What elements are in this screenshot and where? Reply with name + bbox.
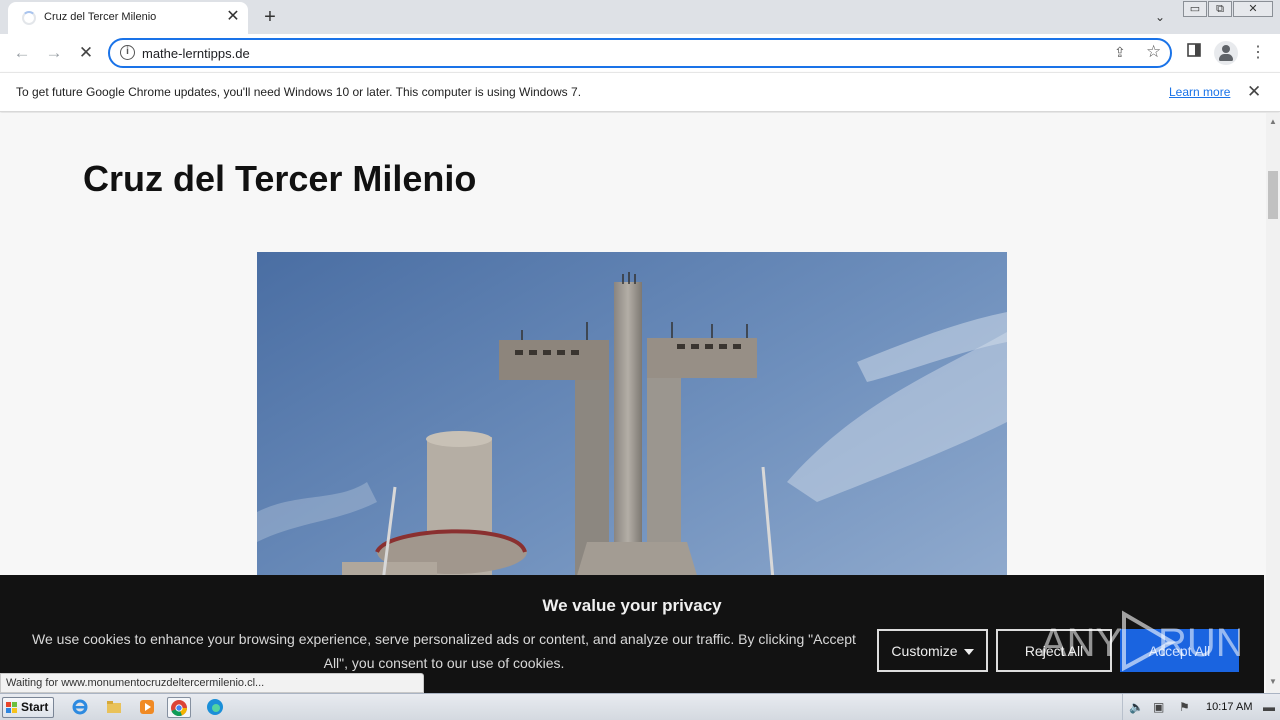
back-arrow-icon[interactable]: ← xyxy=(11,42,33,64)
learn-more-link[interactable]: Learn more xyxy=(1169,85,1230,99)
tab-cruz-del-tercer-milenio[interactable]: Cruz del Tercer Milenio ✕ xyxy=(8,2,248,34)
accept-all-button[interactable]: Accept All xyxy=(1120,629,1239,672)
site-info-icon[interactable]: i xyxy=(120,45,135,60)
volume-icon[interactable]: 🔈 xyxy=(1129,700,1144,714)
infobar-close-icon[interactable]: ✕ xyxy=(1247,82,1261,102)
internet-explorer-icon[interactable] xyxy=(68,697,92,718)
customize-button[interactable]: Customize xyxy=(877,629,988,672)
infobar-message: To get future Google Chrome updates, you… xyxy=(16,85,582,99)
scroll-up-arrow-icon[interactable]: ▲ xyxy=(1269,117,1277,126)
page-title: Cruz del Tercer Milenio xyxy=(83,158,477,199)
address-bar[interactable]: i mathe-lerntipps.de ⇪ ☆ xyxy=(108,38,1172,68)
screen: Cruz del Tercer Milenio ✕ + ⌄ ▭ ⧉ ✕ ← → … xyxy=(0,0,1280,720)
caret-down-icon xyxy=(963,649,974,656)
new-tab-button[interactable]: + xyxy=(259,6,281,28)
page-scrollbar[interactable]: ▲ ▼ xyxy=(1266,113,1280,693)
customize-label: Customize xyxy=(891,643,958,659)
tab-close-icon[interactable]: ✕ xyxy=(224,8,242,26)
cookie-description: We use cookies to enhance your browsing … xyxy=(32,631,856,671)
forward-arrow-icon[interactable]: → xyxy=(43,42,65,64)
loading-status-bubble: Waiting for www.monumentocruzdeltercermi… xyxy=(0,673,424,693)
tab-title: Cruz del Tercer Milenio xyxy=(44,11,157,23)
minimize-button[interactable]: ▭ xyxy=(1183,1,1207,17)
address-url[interactable]: mathe-lerntipps.de xyxy=(142,46,250,61)
restore-button[interactable]: ⧉ xyxy=(1208,1,1232,17)
file-explorer-icon[interactable] xyxy=(102,697,126,718)
windows-taskbar: Start 🔈 ▣ ⚑ ▬ 10:17 AM xyxy=(0,693,1280,720)
chrome-taskbar-icon[interactable] xyxy=(167,697,191,718)
cookie-title: We value your privacy xyxy=(542,596,722,615)
stop-loading-icon[interactable]: ✕ xyxy=(75,42,97,64)
start-label: Start xyxy=(21,700,49,714)
start-button[interactable]: Start xyxy=(2,697,54,718)
menu-kebab-icon[interactable]: ⋮ xyxy=(1247,42,1269,64)
loading-spinner-icon xyxy=(22,11,36,25)
tab-search-chevron-icon[interactable]: ⌄ xyxy=(1150,8,1170,26)
browser-toolbar: ← → ✕ i mathe-lerntipps.de ⇪ ☆ ⋮ xyxy=(0,34,1280,72)
tab-strip: Cruz del Tercer Milenio ✕ + ⌄ ▭ ⧉ ✕ xyxy=(0,0,1280,34)
scrollbar-thumb[interactable] xyxy=(1268,171,1278,219)
system-tray: 🔈 ▣ ⚑ ▬ xyxy=(1122,694,1280,720)
media-player-icon[interactable] xyxy=(135,697,159,718)
network-icon[interactable]: ▣ xyxy=(1153,700,1164,714)
edge-icon[interactable] xyxy=(203,697,227,718)
action-center-flag-icon[interactable]: ⚑ xyxy=(1179,700,1190,714)
close-window-button[interactable]: ✕ xyxy=(1233,1,1273,17)
profile-avatar-icon[interactable] xyxy=(1214,41,1238,65)
windows-logo-icon xyxy=(6,702,18,714)
side-panel-icon[interactable] xyxy=(1183,42,1205,64)
bookmark-star-icon[interactable]: ☆ xyxy=(1146,42,1161,62)
scroll-down-arrow-icon[interactable]: ▼ xyxy=(1269,677,1277,686)
update-infobar: To get future Google Chrome updates, you… xyxy=(0,72,1280,112)
share-icon[interactable]: ⇪ xyxy=(1114,44,1126,61)
reject-all-button[interactable]: Reject All xyxy=(996,629,1112,672)
show-desktop-icon[interactable]: ▬ xyxy=(1263,700,1275,714)
taskbar-clock[interactable]: 10:17 AM xyxy=(1206,701,1252,713)
